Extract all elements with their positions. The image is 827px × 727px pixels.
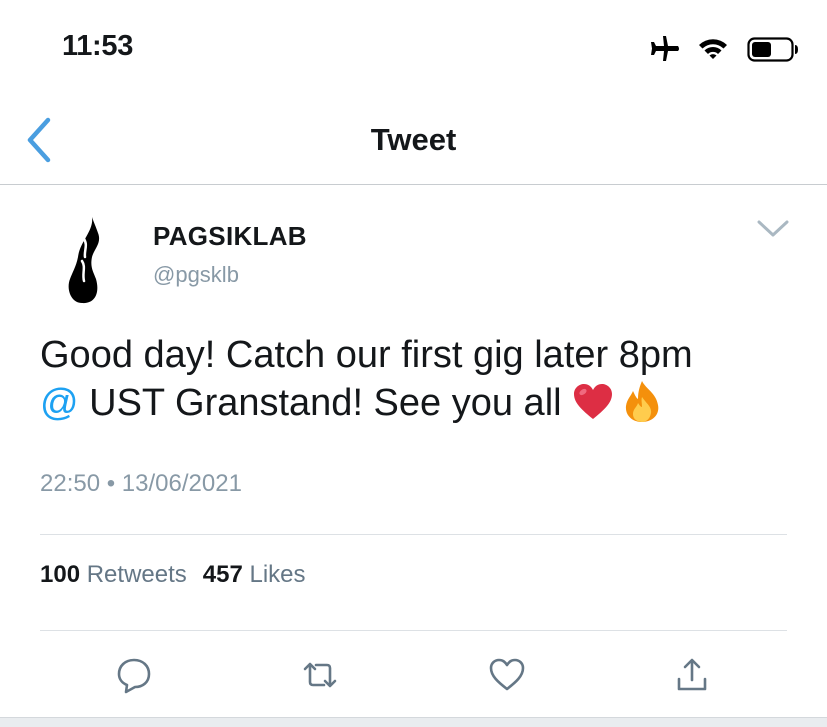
chevron-down-icon [757,220,789,237]
fire-emoji-icon [622,379,662,435]
retweets-count: 100 [40,561,81,588]
heart-emoji-icon [572,383,614,433]
battery-icon [747,34,799,64]
user-handle[interactable]: @pgsklb [153,262,239,288]
mention-link[interactable]: @ [40,382,79,424]
nav-divider [0,184,827,185]
tweet-text: Good day! Catch our first gig later 8pm … [40,332,800,435]
tweet-stats: 100 Retweets 457 Likes [40,561,306,589]
retweets-stat[interactable]: 100 Retweets [40,561,187,588]
share-button[interactable] [672,655,712,695]
reply-icon [117,658,151,694]
retweet-icon [303,662,337,688]
likes-stat[interactable]: 457 Likes [203,561,306,588]
divider [40,534,787,535]
retweets-label: Retweets [86,561,187,588]
tweet-text-line-2-rest: UST Granstand! See you all [78,382,562,424]
display-name[interactable]: PAGSIKLAB [153,221,307,252]
avatar[interactable] [62,215,112,307]
like-button[interactable] [487,655,527,695]
tweet-options-button[interactable] [756,218,790,240]
likes-label: Likes [249,561,306,588]
tweet-timestamp: 22:50 • 13/06/2021 [40,470,242,497]
likes-count: 457 [202,561,243,588]
flame-logo-icon [68,217,100,304]
reply-button[interactable] [114,655,154,695]
tweet-text-line-2: @ UST Granstand! See you all [40,379,800,435]
like-icon [489,658,525,691]
retweet-button[interactable] [300,655,340,695]
tweet-detail-screen: 11:53 Tweet PAGSIKLAB @pgsklb Good day! … [0,0,827,727]
divider [40,630,787,631]
share-icon [677,658,707,691]
airplane-mode-icon [647,34,681,64]
wifi-icon [697,34,729,64]
bottom-strip [0,717,827,727]
tweet-text-line-1: Good day! Catch our first gig later 8pm [40,334,693,376]
status-time: 11:53 [62,30,134,62]
page-title: Tweet [370,122,457,157]
